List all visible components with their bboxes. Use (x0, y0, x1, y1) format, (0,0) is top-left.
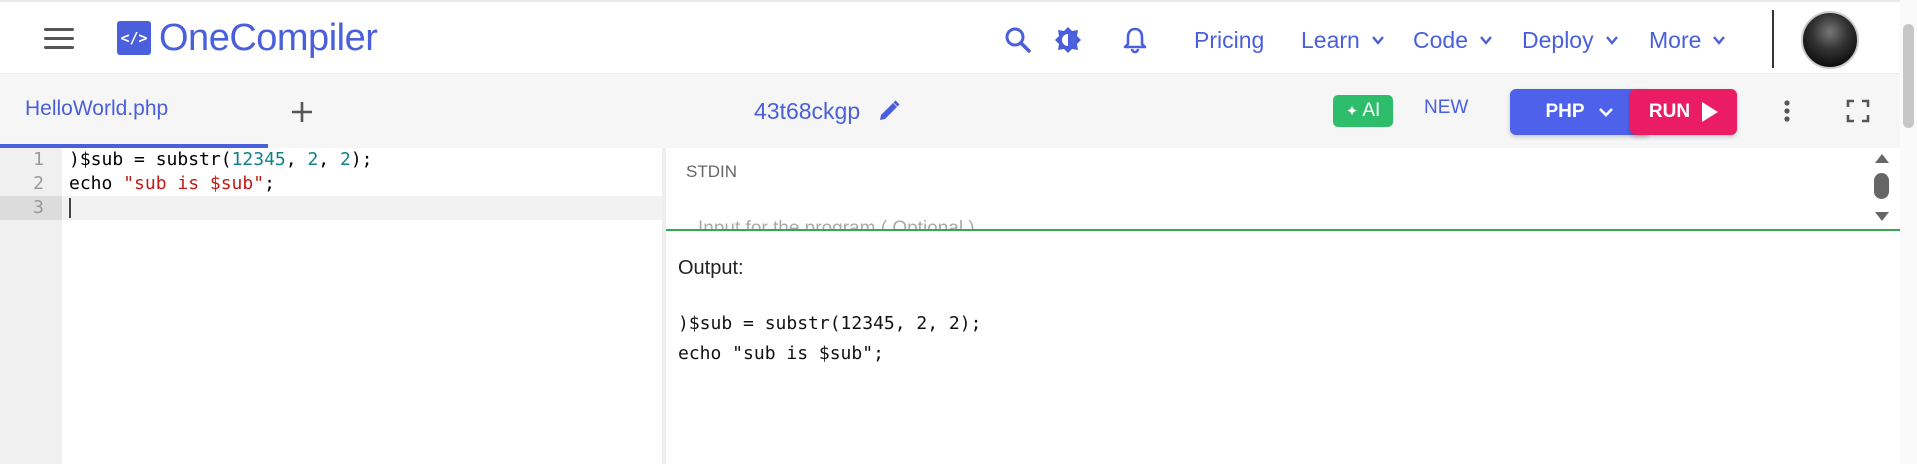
fullscreen-icon[interactable] (1845, 98, 1871, 124)
code-text: )$sub = substr(12345, 2, 2); (69, 148, 373, 172)
nav-link-learn[interactable]: Learn (1301, 24, 1386, 56)
page-scrollbar[interactable] (1900, 0, 1917, 464)
stdin-label: STDIN (686, 162, 737, 181)
nav-link-pricing[interactable]: Pricing (1194, 24, 1264, 56)
scroll-up-icon[interactable] (1875, 154, 1889, 163)
code-token: , (318, 149, 340, 170)
pencil-icon[interactable] (876, 98, 902, 124)
search-icon[interactable] (1002, 24, 1034, 56)
nav-link-code[interactable]: Code (1413, 24, 1494, 56)
code-number: 2 (339, 149, 351, 170)
code-text: echo "sub is $sub"; (69, 172, 275, 196)
run-button[interactable]: RUN (1630, 89, 1737, 135)
chevron-down-icon (1605, 36, 1618, 45)
add-file-icon[interactable] (288, 98, 316, 126)
brand-name: OneCompiler (159, 16, 378, 59)
avatar[interactable] (1801, 11, 1859, 69)
stdin-input[interactable] (698, 214, 1798, 229)
code-line[interactable]: 1 )$sub = substr(12345, 2, 2); (0, 148, 662, 172)
stdin-panel: STDIN (666, 148, 1900, 229)
chevron-down-icon (1713, 36, 1726, 45)
code-token: )$sub = substr( (69, 149, 232, 170)
project-slug-text: 43t68ckgp (754, 97, 861, 124)
line-number: 1 (33, 149, 44, 170)
nav-divider (1772, 10, 1774, 68)
language-label: PHP (1545, 101, 1585, 122)
code-string: "sub is $sub" (123, 173, 265, 194)
code-line[interactable]: 2 echo "sub is $sub"; (0, 172, 662, 196)
line-number: 3 (0, 196, 62, 220)
sparkle-icon: ✦ (1345, 103, 1359, 120)
project-slug[interactable]: 43t68ckgp (754, 94, 902, 128)
nav-link-label: More (1649, 26, 1702, 53)
scrollbar-thumb[interactable] (1874, 173, 1889, 199)
code-token: ; (264, 173, 275, 194)
output-title: Output: (678, 257, 744, 279)
code-editor[interactable]: 1 )$sub = substr(12345, 2, 2); 2 echo "s… (0, 148, 662, 464)
output-line: )$sub = substr(12345, 2, 2); (678, 313, 982, 334)
code-number: 2 (307, 149, 319, 170)
text-cursor (69, 198, 71, 218)
scrollbar-thumb[interactable] (1903, 24, 1914, 128)
code-brackets-icon: </> (117, 21, 151, 55)
new-button[interactable]: NEW (1424, 97, 1468, 119)
more-options-icon[interactable] (1774, 98, 1800, 124)
tab-helloworld-php[interactable]: HelloWorld.php (0, 74, 268, 148)
nav-link-label: Code (1413, 26, 1468, 53)
ai-button-label: AI (1362, 100, 1381, 121)
bell-icon[interactable] (1119, 24, 1151, 56)
output-panel: Output: )$sub = substr(12345, 2, 2); echo… (666, 231, 1900, 464)
code-token: , (285, 149, 308, 170)
code-token: echo (69, 173, 124, 194)
top-navigation: </> OneCompiler Pricing Learn Code Deplo… (0, 0, 1917, 74)
output-text: )$sub = substr(12345, 2, 2); echo "sub is… (678, 309, 981, 369)
stdin-scrollbar[interactable] (1870, 152, 1894, 226)
code-token: ); (350, 149, 373, 170)
line-number: 2 (33, 173, 44, 194)
play-icon (1702, 102, 1719, 122)
nav-link-deploy[interactable]: Deploy (1522, 24, 1620, 56)
ai-button[interactable]: ✦ AI (1333, 95, 1393, 127)
code-number: 12345 (231, 149, 286, 170)
chevron-down-icon (1480, 36, 1492, 45)
scroll-down-icon[interactable] (1875, 212, 1889, 221)
nav-link-label: Learn (1301, 26, 1360, 53)
editor-toolbar: HelloWorld.php 43t68ckgp ✦ AI NEW PHP RU… (0, 74, 1900, 148)
output-line: echo "sub is $sub"; (678, 343, 884, 364)
menu-icon[interactable] (44, 28, 74, 50)
theme-icon[interactable] (1052, 24, 1084, 56)
language-select[interactable]: PHP (1510, 89, 1650, 135)
chevron-down-icon (1598, 108, 1613, 117)
nav-link-label: Pricing (1194, 26, 1265, 53)
nav-link-label: Deploy (1522, 26, 1594, 53)
nav-link-more[interactable]: More (1649, 24, 1727, 56)
logo[interactable]: </> OneCompiler (117, 16, 378, 59)
chevron-down-icon (1371, 36, 1384, 45)
code-line-active[interactable]: 3 (0, 196, 662, 220)
code-text (69, 196, 71, 220)
run-button-label: RUN (1648, 101, 1691, 122)
